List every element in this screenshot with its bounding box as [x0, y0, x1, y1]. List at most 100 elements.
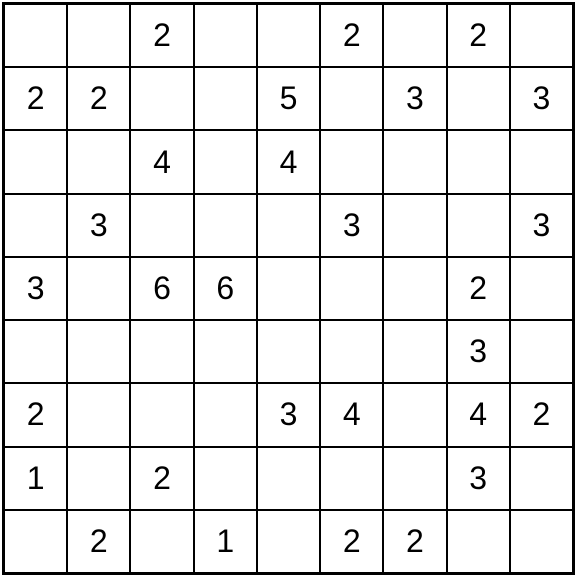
grid-cell[interactable] [130, 194, 193, 257]
grid-cell[interactable]: 2 [447, 4, 510, 67]
grid-cell[interactable] [67, 383, 130, 446]
cell-value: 3 [532, 80, 550, 117]
grid-cell[interactable] [4, 130, 67, 193]
grid-cell[interactable] [67, 320, 130, 383]
grid-cell[interactable] [194, 447, 257, 510]
grid-cell[interactable] [320, 130, 383, 193]
grid-cell[interactable]: 5 [257, 67, 320, 130]
grid-cell[interactable] [67, 4, 130, 67]
grid-cell[interactable]: 3 [257, 383, 320, 446]
grid-cell[interactable] [194, 320, 257, 383]
cell-value: 3 [280, 396, 298, 433]
grid-cell[interactable] [257, 447, 320, 510]
grid-cell[interactable]: 2 [130, 447, 193, 510]
grid-cell[interactable]: 4 [257, 130, 320, 193]
grid-cell[interactable]: 3 [320, 194, 383, 257]
grid-cell[interactable]: 2 [67, 67, 130, 130]
grid-cell[interactable]: 2 [4, 67, 67, 130]
grid-cell[interactable]: 3 [447, 320, 510, 383]
grid-cell[interactable]: 1 [4, 447, 67, 510]
cell-value: 3 [469, 460, 487, 497]
grid-cell[interactable]: 2 [4, 383, 67, 446]
grid-cell[interactable] [257, 4, 320, 67]
grid-cell[interactable] [510, 510, 573, 573]
grid-cell[interactable] [383, 320, 446, 383]
grid-cell[interactable] [130, 320, 193, 383]
grid-cell[interactable]: 6 [194, 257, 257, 320]
cell-value: 2 [343, 523, 361, 560]
cell-value: 3 [406, 80, 424, 117]
grid-cell[interactable] [130, 67, 193, 130]
grid-cell[interactable] [383, 383, 446, 446]
cell-value: 3 [27, 270, 45, 307]
grid-cell[interactable]: 2 [130, 4, 193, 67]
grid-cell[interactable] [67, 257, 130, 320]
cell-value: 2 [27, 80, 45, 117]
grid-cell[interactable]: 4 [320, 383, 383, 446]
grid-cell[interactable]: 3 [4, 257, 67, 320]
grid-cell[interactable] [257, 510, 320, 573]
grid-cell[interactable]: 6 [130, 257, 193, 320]
grid-cell[interactable] [320, 67, 383, 130]
grid-cell[interactable]: 3 [510, 194, 573, 257]
cell-value: 2 [153, 17, 171, 54]
grid-cell[interactable]: 2 [320, 510, 383, 573]
grid-cell[interactable]: 2 [510, 383, 573, 446]
cell-value: 2 [90, 523, 108, 560]
cell-value: 2 [406, 523, 424, 560]
grid-cell[interactable] [67, 130, 130, 193]
grid-cell[interactable]: 4 [447, 383, 510, 446]
grid-cell[interactable] [194, 383, 257, 446]
grid-cell[interactable] [510, 130, 573, 193]
grid-cell[interactable] [194, 194, 257, 257]
grid-cell[interactable] [194, 130, 257, 193]
grid-cell[interactable] [194, 67, 257, 130]
cell-value: 5 [280, 80, 298, 117]
grid-cell[interactable] [257, 257, 320, 320]
grid-cell[interactable] [320, 447, 383, 510]
grid-cell[interactable] [447, 67, 510, 130]
grid-cell[interactable]: 3 [510, 67, 573, 130]
grid-cell[interactable] [4, 510, 67, 573]
cell-value: 4 [280, 144, 298, 181]
grid-cell[interactable] [510, 257, 573, 320]
grid-cell[interactable] [4, 320, 67, 383]
grid-cell[interactable]: 1 [194, 510, 257, 573]
grid-cell[interactable] [257, 194, 320, 257]
grid-cell[interactable] [447, 194, 510, 257]
grid-cell[interactable] [510, 320, 573, 383]
grid-cell[interactable] [67, 447, 130, 510]
cell-value: 2 [532, 396, 550, 433]
grid-cell[interactable] [447, 130, 510, 193]
grid-cell[interactable]: 2 [320, 4, 383, 67]
cell-value: 4 [343, 396, 361, 433]
cell-value: 1 [27, 460, 45, 497]
grid-cell[interactable] [320, 320, 383, 383]
grid-cell[interactable] [383, 194, 446, 257]
grid-cell[interactable]: 3 [447, 447, 510, 510]
cell-value: 2 [343, 17, 361, 54]
grid-cell[interactable] [447, 510, 510, 573]
grid-cell[interactable]: 3 [383, 67, 446, 130]
cell-value: 2 [469, 17, 487, 54]
grid-cell[interactable] [130, 510, 193, 573]
grid-cell[interactable] [4, 4, 67, 67]
grid-cell[interactable] [383, 4, 446, 67]
cell-value: 2 [153, 460, 171, 497]
grid-cell[interactable]: 2 [447, 257, 510, 320]
grid-cell[interactable] [194, 4, 257, 67]
grid-cell[interactable] [130, 383, 193, 446]
grid-cell[interactable] [257, 320, 320, 383]
grid-cell[interactable]: 4 [130, 130, 193, 193]
grid-cell[interactable]: 2 [383, 510, 446, 573]
grid-cell[interactable] [383, 447, 446, 510]
grid-cell[interactable]: 2 [67, 510, 130, 573]
grid-cell[interactable] [383, 130, 446, 193]
grid-cell[interactable] [383, 257, 446, 320]
grid-cell[interactable] [510, 447, 573, 510]
cell-value: 4 [469, 396, 487, 433]
grid-cell[interactable] [4, 194, 67, 257]
grid-cell[interactable]: 3 [67, 194, 130, 257]
grid-cell[interactable] [510, 4, 573, 67]
grid-cell[interactable] [320, 257, 383, 320]
